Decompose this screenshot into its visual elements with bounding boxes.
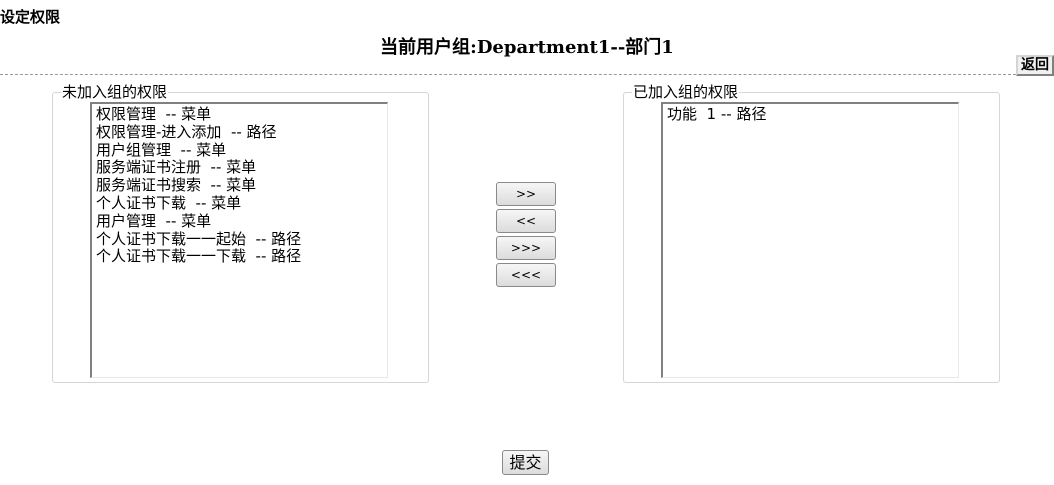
unassigned-permissions-legend: 未加入组的权限 [62,83,168,101]
add-selected-button[interactable]: >> [496,182,556,206]
current-group-title: 当前用户组:Department1--部门1 [380,37,674,58]
unassigned-permission-option[interactable]: 用户管理 -- 菜单 [96,212,383,231]
unassigned-permission-option[interactable]: 权限管理 -- 菜单 [96,105,383,124]
unassigned-permission-option[interactable]: 用户组管理 -- 菜单 [96,141,383,160]
unassigned-permission-option[interactable]: 个人证书下载一一下载 -- 路径 [96,248,383,266]
unassigned-permission-option[interactable]: 个人证书下载一一起始 -- 路径 [96,230,383,249]
permission-settings-page: 设定权限 当前用户组:Department1--部门1 返回 未加入组的权限 权… [0,0,1054,485]
assigned-permissions-legend: 已加入组的权限 [633,83,739,101]
remove-selected-button[interactable]: << [496,209,556,233]
return-button[interactable]: 返回 [1016,55,1054,76]
add-all-button[interactable]: >>> [496,236,556,260]
unassigned-permission-option[interactable]: 个人证书下载 -- 菜单 [96,194,383,213]
page-heading: 设定权限 [0,8,61,26]
unassigned-permissions-listbox[interactable]: 权限管理 -- 菜单 权限管理-进入添加 -- 路径 用户组管理 -- 菜单 服… [90,102,388,378]
unassigned-permission-option[interactable]: 权限管理-进入添加 -- 路径 [96,123,383,142]
submit-button[interactable]: 提交 [502,450,549,475]
divider [0,74,1016,75]
assigned-permissions-listbox[interactable]: 功能 1 -- 路径 [661,102,959,378]
assigned-permission-option[interactable]: 功能 1 -- 路径 [667,105,954,124]
unassigned-permission-option[interactable]: 服务端证书搜索 -- 菜单 [96,176,383,195]
remove-all-button[interactable]: <<< [496,263,556,287]
unassigned-permission-option[interactable]: 服务端证书注册 -- 菜单 [96,159,383,177]
